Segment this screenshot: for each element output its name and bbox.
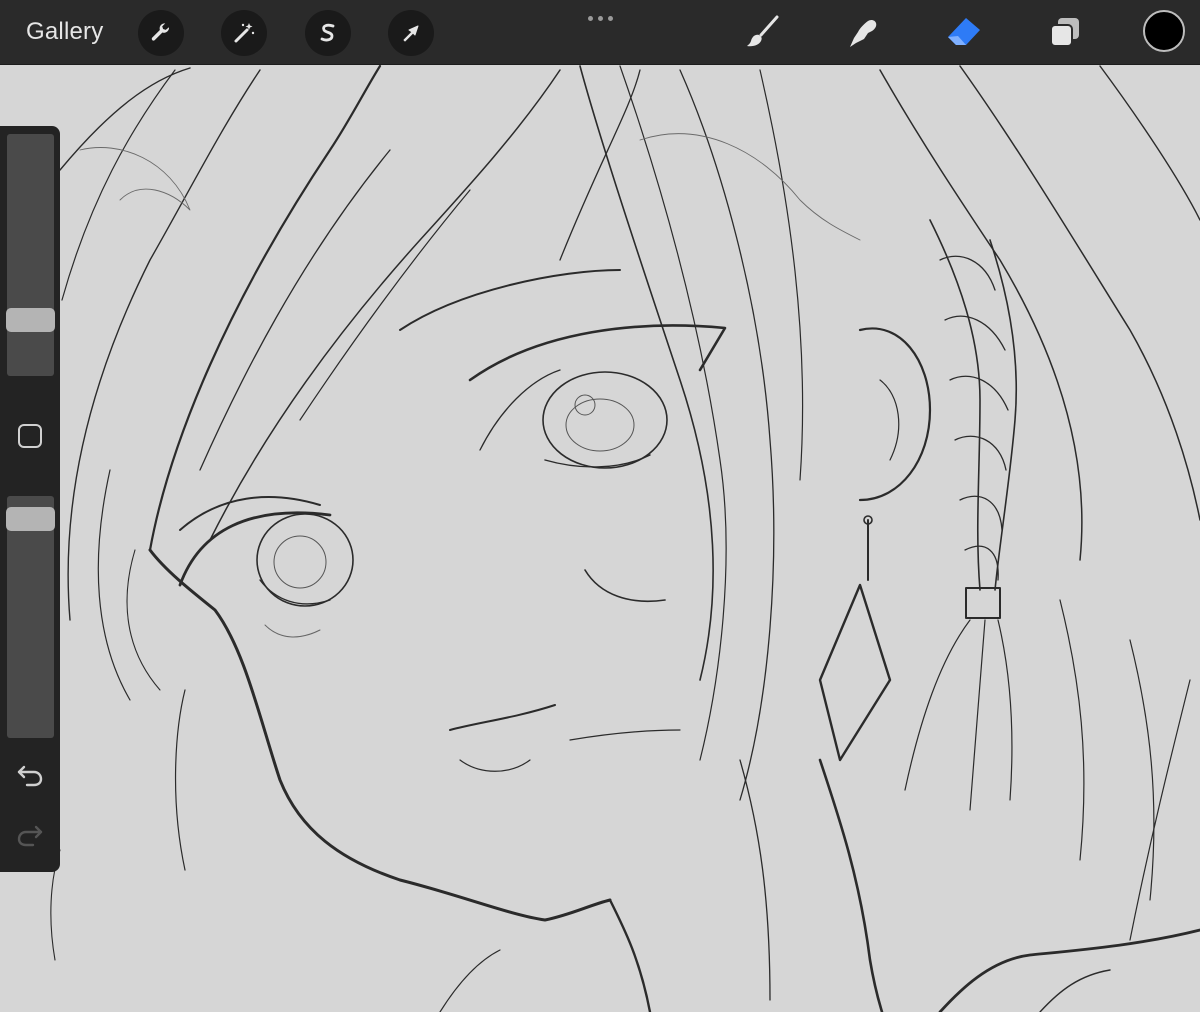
undo-button[interactable] — [14, 760, 46, 790]
hair-stroke — [639, 133, 861, 241]
layers-button[interactable] — [1043, 10, 1087, 54]
ear-stroke — [858, 327, 932, 502]
procreate-app: Gallery — [0, 0, 1200, 1012]
hair-stroke — [67, 69, 261, 621]
smudge-finger-icon — [850, 19, 877, 47]
color-picker-button[interactable] — [1143, 10, 1185, 52]
eye-iris — [542, 371, 668, 469]
selection-button[interactable] — [305, 10, 351, 56]
hair-stroke — [97, 469, 131, 701]
drawing-canvas[interactable] — [0, 64, 1200, 1012]
hair-stroke — [739, 759, 771, 1001]
earring-stroke — [818, 583, 892, 762]
hair-stroke — [148, 64, 382, 552]
neck-stroke — [439, 949, 501, 1012]
mouth-stroke — [449, 704, 556, 731]
shoulder-stroke — [1039, 969, 1111, 1012]
left-sidebar — [0, 126, 60, 872]
hair-stroke — [679, 69, 775, 801]
opacity-slider-handle[interactable] — [6, 507, 55, 531]
nose-stroke — [584, 569, 666, 602]
eraser-icon — [948, 18, 980, 45]
eye-pupil — [565, 398, 635, 452]
hair-stroke — [1099, 65, 1200, 221]
braid-tie — [965, 587, 1001, 619]
hair-stroke — [759, 69, 804, 481]
eyelid-stroke — [399, 269, 621, 331]
transform-arrow-icon — [403, 25, 419, 42]
eyelid-stroke — [264, 624, 321, 638]
opacity-slider[interactable] — [7, 496, 54, 738]
selection-s-icon — [320, 23, 335, 42]
top-toolbar: Gallery — [0, 0, 1200, 65]
neck-stroke — [608, 898, 652, 1012]
smudge-tool-button[interactable] — [840, 10, 884, 54]
hair-stroke — [209, 69, 561, 541]
brush-icon — [747, 15, 779, 47]
modify-button[interactable] — [16, 422, 44, 450]
hair-stroke — [299, 189, 471, 421]
braid-stroke — [904, 619, 1013, 811]
face-contour — [148, 548, 612, 922]
gallery-button[interactable]: Gallery — [26, 18, 103, 46]
hair-stroke — [174, 689, 186, 871]
hair-stroke — [619, 65, 727, 761]
eyelid-stroke — [178, 511, 332, 587]
hair-stroke — [1129, 679, 1191, 941]
hair-stroke — [199, 149, 391, 471]
ear-stroke — [879, 379, 900, 461]
braid-stroke — [939, 255, 1009, 581]
hair-stroke — [1129, 639, 1155, 901]
braid-stroke — [929, 219, 981, 591]
magic-wand-icon — [234, 23, 255, 43]
transform-button[interactable] — [388, 10, 434, 56]
adjustments-button[interactable] — [221, 10, 267, 56]
brush-size-slider-handle[interactable] — [6, 308, 55, 332]
line-art-sketch — [50, 64, 1200, 1012]
hair-stroke — [559, 69, 641, 261]
brush-tool-button[interactable] — [741, 10, 785, 54]
eraser-tool-button[interactable] — [942, 10, 986, 54]
shoulder-stroke — [938, 928, 1200, 1012]
mouth-stroke — [459, 759, 531, 772]
hair-stroke — [79, 147, 191, 211]
hair-stroke — [61, 69, 176, 301]
hair-stroke — [959, 65, 1200, 521]
eye-pupil — [273, 535, 327, 589]
hair-stroke — [1059, 599, 1085, 861]
actions-button[interactable] — [138, 10, 184, 56]
hair-stroke — [59, 67, 191, 171]
redo-arrow-icon — [17, 825, 43, 847]
hair-stroke — [879, 69, 1083, 561]
redo-button[interactable] — [14, 820, 46, 850]
brush-size-slider[interactable] — [7, 134, 54, 376]
hair-stroke — [579, 65, 714, 681]
layers-icon — [1050, 18, 1079, 47]
eyelid-stroke — [544, 454, 651, 468]
hair-stroke — [818, 758, 884, 1012]
cheek-stroke — [569, 729, 681, 741]
square-modify-icon — [18, 424, 42, 448]
hair-stroke — [126, 549, 161, 691]
more-dots-icon[interactable] — [584, 12, 616, 24]
wrench-icon — [151, 23, 170, 41]
braid-stroke — [989, 239, 1018, 591]
undo-arrow-icon — [17, 765, 43, 787]
